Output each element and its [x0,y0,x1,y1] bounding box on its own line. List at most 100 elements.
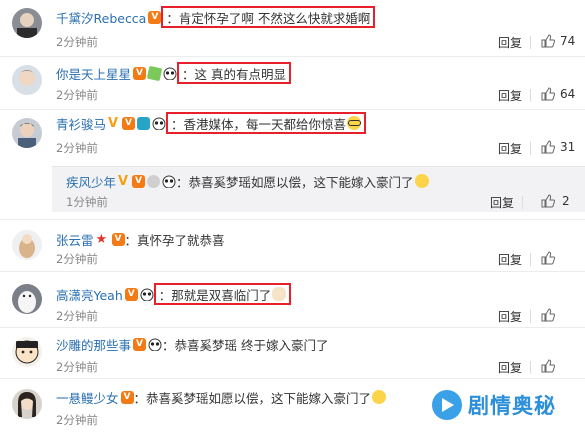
username[interactable]: 千黛汐Rebecca [56,8,146,27]
action-divider [530,89,531,102]
comment-line: 千黛汐Rebecca V ：肯定怀孕了啊 不然这么快就求婚啊 [56,6,376,28]
verified-v-icon[interactable]: V [108,117,120,130]
panda-badge-icon[interactable] [163,67,177,80]
smile-emoji-icon [372,390,387,404]
action-divider [530,36,531,49]
username[interactable]: 高潇亮Yeah [56,285,123,304]
reply-thread: 疾风少年 V V ：恭喜奚梦瑶如愿以偿，这下能嫁入豪门了 1分钟前 回复 2 [52,166,585,212]
reply-button[interactable]: 回复 [498,308,522,325]
star-badge-icon[interactable]: ★ [96,233,110,246]
panda-badge-icon[interactable] [152,117,166,130]
comment-highlight-box: ：那就是双喜临门了 [153,283,292,305]
like-icon[interactable] [541,308,555,322]
username[interactable]: 沙雕的那些事 [56,335,131,354]
panda-badge-icon[interactable] [140,288,154,301]
avatar[interactable] [12,284,42,314]
comment-line: 一悬鳗少女 V ：恭喜奚梦瑶如愿以偿，这下能嫁入豪门了 [56,387,387,407]
play-logo-icon [432,390,462,420]
username[interactable]: 你是天上星星 [56,64,131,83]
comment-text: ：肯定怀孕了啊 不然这么快就求婚啊 [166,10,371,26]
comment-text: ：真怀孕了就恭喜 [124,232,225,248]
like-icon[interactable] [541,251,555,265]
username[interactable]: 青衫骏马 [56,114,106,133]
smile-emoji-icon [414,174,429,188]
like-icon[interactable] [541,87,555,101]
like-count: 2 [562,194,570,208]
reply-line: 疾风少年 V V ：恭喜奚梦瑶如愿以偿，这下能嫁入豪门了 [66,171,429,191]
comment-item: 青衫骏马 V V ：香港媒体，每一天都给你惊喜 2分钟前 回复 31 疾风少年 … [0,109,585,219]
member-badge-icon[interactable]: V [122,116,136,130]
comment-item: 高潇亮Yeah V ：那就是双喜临门了 2分钟前 回复 [0,271,585,327]
comment-time: 2分钟前 [56,309,98,323]
comment-time: 2分钟前 [56,360,98,374]
comment-item: 你是天上星星 V ：这 真的有点明显 2分钟前 回复 64 [0,56,585,109]
like-icon[interactable] [541,194,555,208]
avatar[interactable] [12,8,42,38]
avatar[interactable] [12,389,42,419]
member-badge-icon[interactable]: V [124,287,138,301]
comment-text: ：香港媒体，每一天都给你惊喜 [171,116,347,132]
watermark: 剧情奥秘 [432,385,582,425]
like-icon[interactable] [541,34,555,48]
reply-button[interactable]: 回复 [498,359,522,376]
comment-time: 2分钟前 [56,88,98,102]
comment-time: 2分钟前 [56,413,98,427]
member-badge-icon[interactable]: V [120,390,134,404]
comment-line: 你是天上星星 V ：这 真的有点明显 [56,62,291,84]
member-badge-icon[interactable]: V [133,66,147,80]
like-count: 31 [560,140,576,154]
camera-badge-icon[interactable] [137,116,151,130]
member-badge-icon[interactable]: V [148,10,162,24]
member-badge-icon[interactable]: V [132,174,146,188]
comment-text: ：这 真的有点明显 [182,66,286,82]
reply-button[interactable]: 回复 [498,34,522,51]
comment-time: 2分钟前 [56,35,98,49]
reply-button[interactable]: 回复 [498,87,522,104]
comment-highlight-box: ：香港媒体，每一天都给你惊喜 [166,112,367,134]
verified-v-icon[interactable]: V [118,175,130,188]
comment-line: 沙雕的那些事 V ：恭喜奚梦瑶 终于嫁入豪门了 [56,334,329,354]
like-icon[interactable] [541,140,555,154]
action-divider [530,142,531,155]
comment-text: ：恭喜奚梦瑶如愿以偿，这下能嫁入豪门了 [133,390,372,406]
comment-text: ：恭喜奚梦瑶 终于嫁入豪门了 [162,337,329,353]
action-divider [530,310,531,323]
comment-line: 高潇亮Yeah V ：那就是双喜临门了 [56,283,292,305]
comment-line: 青衫骏马 V V ：香港媒体，每一天都给你惊喜 [56,112,367,134]
level-badge-icon[interactable] [147,174,161,188]
reply-button[interactable]: 回复 [498,140,522,157]
reply-text: ：恭喜奚梦瑶如愿以偿，这下能嫁入豪门了 [176,174,414,190]
avatar[interactable] [12,65,42,95]
comment-item: 千黛汐Rebecca V ：肯定怀孕了啊 不然这么快就求婚啊 2分钟前 回复 7… [0,0,585,56]
comment-item: 张云雷 ★ V ：真怀孕了就恭喜 2分钟前 回复 [0,219,585,271]
panda-badge-icon[interactable] [162,175,176,188]
avatar[interactable] [12,118,42,148]
member-badge-icon[interactable]: V [133,337,147,351]
comment-line: 张云雷 ★ V ：真怀孕了就恭喜 [56,229,225,249]
comment-highlight-box: ：肯定怀孕了啊 不然这么快就求婚啊 [161,6,376,28]
glasses-emoji-icon [347,116,362,130]
comment-text: ：那就是双喜临门了 [158,287,272,303]
avatar[interactable] [12,230,42,260]
username[interactable]: 一悬鳗少女 [56,388,119,407]
member-badge-icon[interactable]: V [111,232,125,246]
reply-button[interactable]: 回复 [498,251,522,268]
reply-time: 1分钟前 [66,195,108,209]
username[interactable]: 张云雷 [56,230,94,249]
like-count: 74 [560,34,576,48]
like-icon[interactable] [541,359,555,373]
like-count: 64 [560,87,576,101]
action-divider [530,253,531,266]
comment-time: 2分钟前 [56,141,98,155]
action-divider [530,361,531,374]
comment-highlight-box: ：这 真的有点明显 [177,62,291,84]
reply-username[interactable]: 疾风少年 [66,172,116,191]
flag-badge-icon[interactable] [146,65,163,81]
panda-badge-icon[interactable] [148,338,162,351]
comment-item: 沙雕的那些事 V ：恭喜奚梦瑶 终于嫁入豪门了 2分钟前 回复 [0,327,585,378]
hand-emoji-icon [272,287,287,301]
watermark-text: 剧情奥秘 [468,394,556,418]
reply-button[interactable]: 回复 [490,194,514,211]
action-divider [522,196,523,209]
avatar[interactable] [12,337,42,367]
